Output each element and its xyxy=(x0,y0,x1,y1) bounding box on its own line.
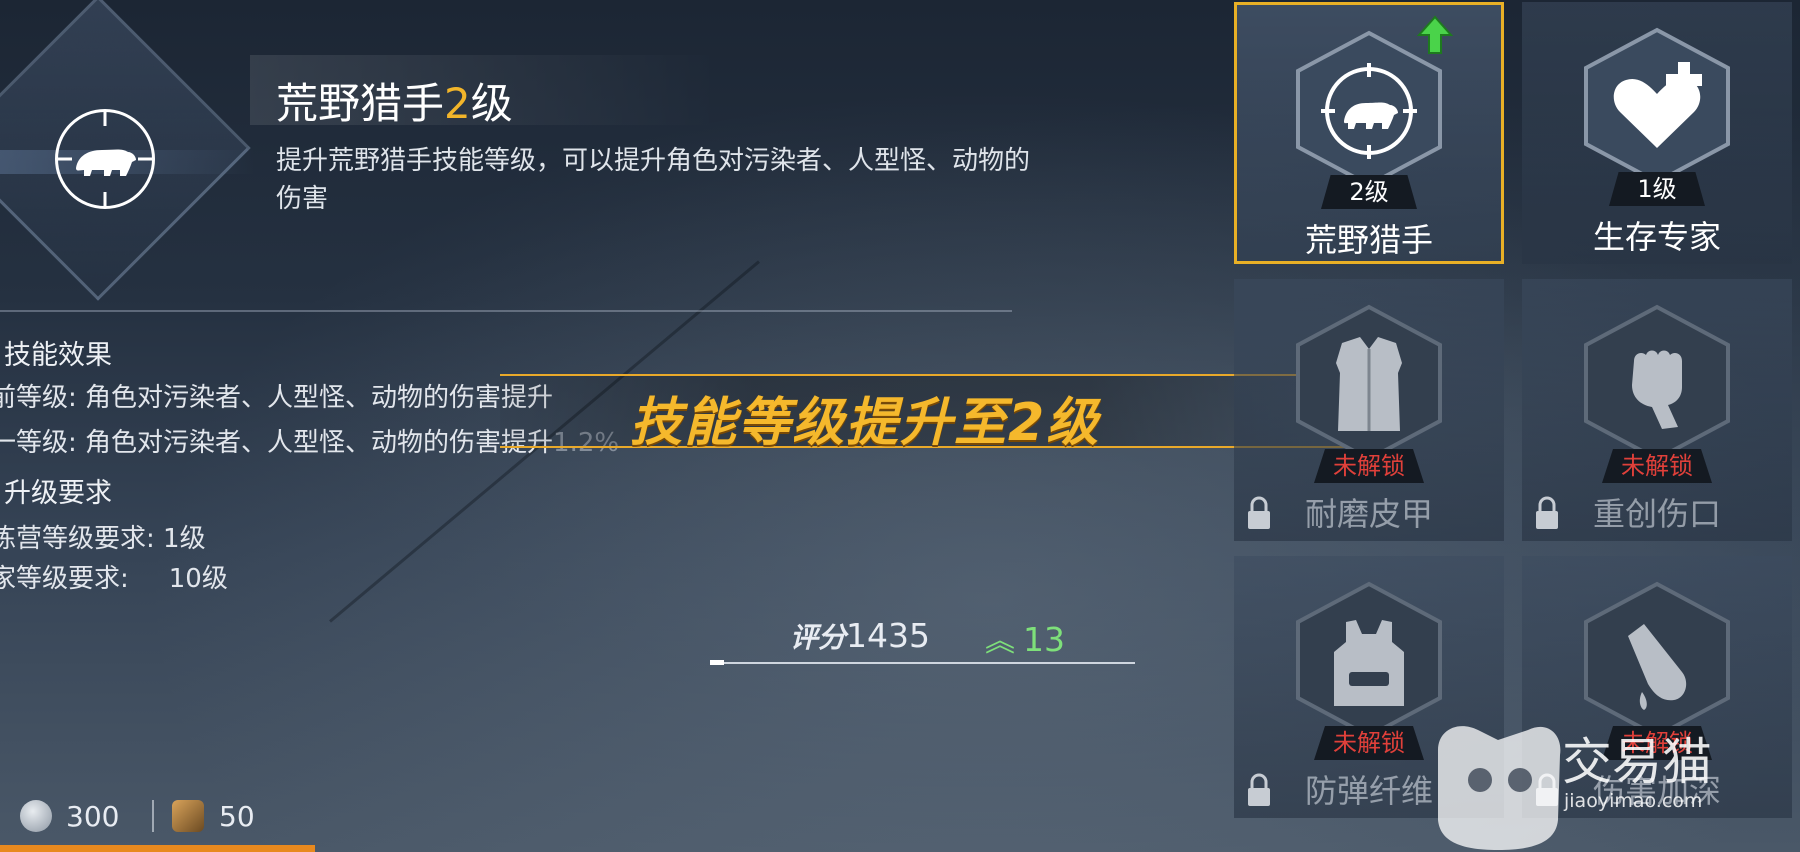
token-icon xyxy=(172,800,204,832)
section-divider xyxy=(0,310,1012,312)
token-amount: 50 xyxy=(219,800,255,833)
skill-name: 重创伤口 xyxy=(1592,495,1721,533)
silver-coin-icon xyxy=(20,800,52,832)
effects-heading: 技能效果 xyxy=(4,340,112,371)
fist-icon xyxy=(1582,303,1732,463)
skill-card-survival-expert[interactable]: 1级 生存专家 xyxy=(1522,2,1792,264)
banner-top-line xyxy=(500,374,1345,376)
locked-status-badge: 未解锁 xyxy=(1602,449,1712,483)
score-value: 1435 xyxy=(846,616,930,655)
upgrade-arrow-icon xyxy=(1417,15,1453,54)
score-display: 评分1435 xyxy=(790,616,930,656)
skill-description: 提升荒野猎手技能等级，可以提升角色对污染者、人型怪、动物的伤害 xyxy=(276,146,1031,214)
leather-vest-icon xyxy=(1294,303,1444,463)
score-label: 评分 xyxy=(790,621,847,654)
skill-card-wilderness-hunter[interactable]: 2级 荒野猎手 xyxy=(1234,2,1504,264)
skill-level-badge: 1级 xyxy=(1609,172,1705,206)
skill-name: 生存专家 xyxy=(1592,218,1721,256)
camp-requirement-value: 1级 xyxy=(163,524,206,554)
silver-amount: 300 xyxy=(66,800,120,833)
heart-plus-icon xyxy=(1582,26,1732,186)
player-requirement-value: 10级 xyxy=(168,564,228,594)
player-requirement-label: 家等级要求: xyxy=(0,564,129,594)
requirements-heading: 升级要求 xyxy=(4,478,112,509)
skill-card-wear-resistant-armor[interactable]: 未解锁 耐磨皮甲 xyxy=(1234,279,1504,541)
locked-status-badge: 未解锁 xyxy=(1314,449,1424,483)
bulletproof-vest-icon xyxy=(1294,580,1444,740)
skill-title-name: 荒野猎手 xyxy=(276,79,445,128)
skill-name: 荒野猎手 xyxy=(1304,221,1433,259)
score-increase: ︽ 13 xyxy=(985,616,1065,660)
level-up-banner-text: 技能等级提升至2级 xyxy=(630,393,1101,453)
player-requirement: 家等级要求: 10级 xyxy=(0,558,228,595)
double-chevron-up-icon: ︽ xyxy=(985,624,1015,659)
skill-card-severe-wound[interactable]: 未解锁 重创伤口 xyxy=(1522,279,1792,541)
current-level-effect: 前等级: 角色对污染者、人型怪、动物的伤害提升 xyxy=(0,383,554,413)
watermark-url: jiaoyimao.com xyxy=(1564,790,1703,812)
skill-name: 耐磨皮甲 xyxy=(1304,495,1433,533)
camp-requirement-label: 练营等级要求: xyxy=(0,524,155,554)
next-level-effect-text: 一等级: 角色对污染者、人型怪、动物的伤害提升 xyxy=(0,428,554,458)
camp-requirement: 练营等级要求: 1级 xyxy=(0,518,206,555)
score-increase-value: 13 xyxy=(1023,620,1065,659)
bear-crosshair-icon xyxy=(55,109,155,209)
score-underline xyxy=(710,662,1135,664)
score-underline-tick xyxy=(710,660,724,665)
skill-title-level: 2 xyxy=(444,79,471,128)
currency-separator xyxy=(152,800,154,832)
currency-bar xyxy=(0,845,315,852)
watermark-brand: 交易猫 xyxy=(1562,733,1712,791)
skill-title-suffix: 级 xyxy=(470,79,513,128)
skill-title: 荒野猎手2级 xyxy=(276,70,513,131)
skill-level-badge: 2级 xyxy=(1321,175,1417,209)
locked-status-badge: 未解锁 xyxy=(1314,726,1424,760)
